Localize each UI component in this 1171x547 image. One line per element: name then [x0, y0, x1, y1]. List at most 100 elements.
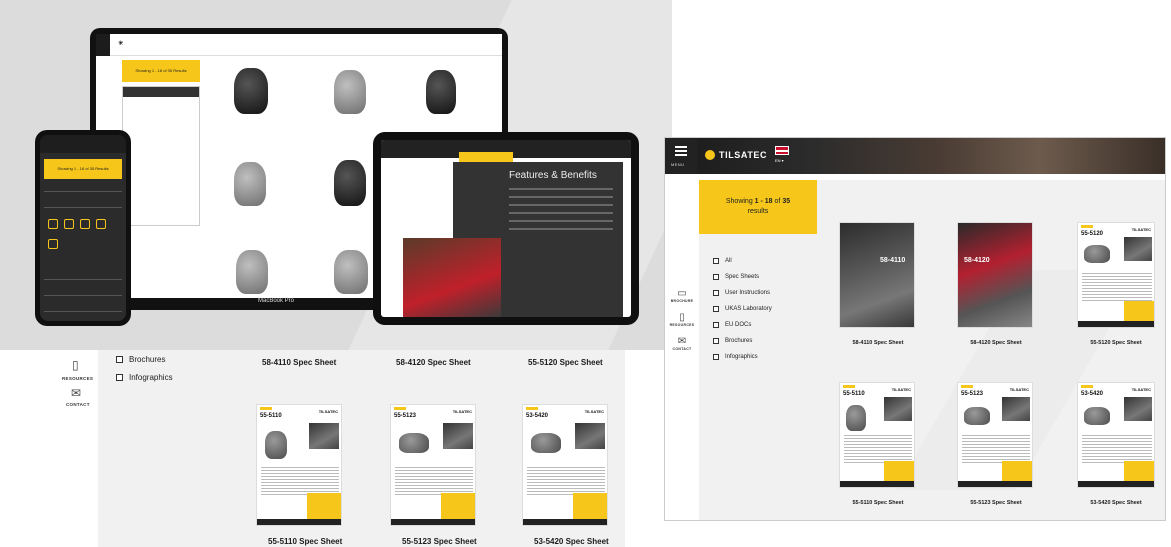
- sidebar-contact-label[interactable]: CONTACT: [66, 402, 90, 407]
- feature-line: [509, 228, 613, 230]
- phone-mockup: Showing 1 - 18 of 35 Results: [35, 130, 131, 326]
- filter-infographics[interactable]: Infographics: [713, 354, 758, 360]
- usage-photo: [884, 397, 912, 421]
- laptop-results-banner: Showing 1 - 18 of 35 Results: [122, 60, 200, 82]
- laptop-logo: ☀: [118, 41, 124, 47]
- phone-divider: [44, 311, 122, 312]
- usage-photo: [443, 423, 473, 449]
- filter-eu-docs[interactable]: EU DOCs: [713, 322, 751, 328]
- checkbox[interactable]: [713, 354, 719, 360]
- tablet-screen: Features & Benefits: [381, 140, 631, 317]
- feature-line: [509, 188, 613, 190]
- sheet-caption[interactable]: 58-4110 Spec Sheet: [833, 340, 923, 346]
- spec-sheet-card[interactable]: 55-5123 TILSATEC: [390, 404, 476, 526]
- laptop-filters-header: [123, 87, 199, 97]
- checkbox[interactable]: [116, 356, 123, 363]
- laptop-filters-panel: [122, 86, 200, 226]
- spec-sheet-card[interactable]: 58-4120: [957, 222, 1033, 328]
- sheet-caption[interactable]: 55-5120 Spec Sheet: [528, 358, 603, 367]
- checkbox[interactable]: [713, 306, 719, 312]
- filter-brochures[interactable]: Brochures: [713, 338, 752, 344]
- resources-button[interactable]: ▯ RESOURCES: [669, 312, 695, 327]
- checkbox[interactable]: [713, 258, 719, 264]
- checkbox[interactable]: [713, 322, 719, 328]
- sheet-caption[interactable]: 55-5123 Spec Sheet: [951, 500, 1041, 506]
- checkbox[interactable]: [713, 290, 719, 296]
- sun-logo-icon: [705, 150, 715, 160]
- usage-photo: [575, 423, 605, 449]
- spec-sheet-card[interactable]: 53-5420 TILSATEC: [1077, 382, 1155, 488]
- sidebar-resources-label[interactable]: RESOURCES: [62, 376, 93, 381]
- glove-image: [1084, 407, 1110, 425]
- cut-level-icon: [48, 239, 58, 249]
- feature-line: [509, 212, 613, 214]
- sheet-caption[interactable]: 53-5420 Spec Sheet: [534, 537, 609, 546]
- feature-line: [509, 220, 613, 222]
- site-logo[interactable]: TILSATEC: [705, 150, 767, 160]
- spec-sheet-card[interactable]: 55-5120 TILSATEC: [1077, 222, 1155, 328]
- usage-photo: [1124, 237, 1152, 261]
- results-count-banner: Showing 1 - 18 of 35 results: [699, 180, 817, 234]
- feature-line: [509, 196, 613, 198]
- checkbox[interactable]: [713, 338, 719, 344]
- sheet-caption[interactable]: 55-5123 Spec Sheet: [402, 537, 477, 546]
- sheet-caption[interactable]: 58-4110 Spec Sheet: [262, 358, 336, 367]
- glove-image: [1084, 245, 1110, 263]
- phone-icon[interactable]: ▯: [72, 358, 79, 372]
- spec-sheet-card[interactable]: 55-5110 TILSATEC: [256, 404, 342, 526]
- tablet-feature-title: Features & Benefits: [509, 170, 597, 181]
- menu-button[interactable]: MENU: [665, 138, 697, 174]
- cut-level-icon: [80, 219, 90, 229]
- device-mockup-scene: ☀ Showing 1 - 18 of 35 Results MacBook P…: [0, 0, 672, 350]
- language-selector[interactable]: EN ▾: [775, 158, 784, 163]
- filter-spec-sheets[interactable]: Spec Sheets: [713, 274, 759, 280]
- phone-divider: [44, 279, 122, 280]
- glove-image: [399, 433, 429, 453]
- phone-header: [40, 135, 126, 153]
- laptop-brand-label: MacBook Pro: [258, 298, 295, 304]
- feature-line: [509, 204, 613, 206]
- filter-all[interactable]: All: [713, 258, 732, 264]
- brochure-button[interactable]: ▭ BROCHURE: [669, 288, 695, 303]
- spec-sheet-card[interactable]: 55-5123 TILSATEC: [957, 382, 1033, 488]
- mail-icon: ✉: [677, 336, 687, 347]
- filter-user-instructions[interactable]: User Instructions: [713, 290, 770, 296]
- cut-level-icon: [96, 219, 106, 229]
- spec-sheet-card[interactable]: 53-5420 TILSATEC: [522, 404, 608, 526]
- uk-flag-icon[interactable]: [775, 146, 789, 155]
- usage-photo: [1002, 397, 1030, 421]
- glove-image: [234, 68, 268, 114]
- sheet-caption[interactable]: 55-5110 Spec Sheet: [268, 537, 342, 546]
- glove-image: [334, 250, 368, 294]
- phone-icon: ▯: [679, 312, 685, 323]
- laptop-menu-icon: [96, 34, 110, 56]
- glove-image: [334, 70, 366, 114]
- resources-page-screenshot: MENU TILSATEC EN ▾ Showing 1 - 18 of 35 …: [664, 137, 1166, 521]
- usage-photo: [309, 423, 339, 449]
- sheet-caption[interactable]: 55-5110 Spec Sheet: [833, 500, 923, 506]
- filter-brochures[interactable]: Brochures: [116, 355, 165, 364]
- filter-ukas-laboratory[interactable]: UKAS Laboratory: [713, 306, 772, 312]
- cut-level-icon: [48, 219, 58, 229]
- hamburger-icon[interactable]: [675, 146, 687, 156]
- glove-image: [426, 70, 456, 114]
- lower-page-crop: ▯ RESOURCES ✉ CONTACT Brochures Infograp…: [0, 350, 672, 547]
- sheet-caption[interactable]: 55-5120 Spec Sheet: [1071, 340, 1161, 346]
- tablet-model-photo: [403, 238, 501, 317]
- sheet-caption[interactable]: 58-4120 Spec Sheet: [951, 340, 1041, 346]
- menu-label: MENU: [671, 162, 685, 167]
- spec-sheet-card[interactable]: 58-4110: [839, 222, 915, 328]
- checkbox[interactable]: [713, 274, 719, 280]
- checkbox[interactable]: [116, 374, 123, 381]
- phone-screen: Showing 1 - 18 of 35 Results: [40, 135, 126, 321]
- sheet-caption[interactable]: 53-5420 Spec Sheet: [1071, 500, 1161, 506]
- phone-divider: [44, 295, 122, 296]
- usage-photo: [1124, 397, 1152, 421]
- filter-infographics[interactable]: Infographics: [116, 373, 173, 382]
- spec-sheet-card[interactable]: 55-5110 TILSATEC: [839, 382, 915, 488]
- mail-icon[interactable]: ✉: [71, 386, 81, 400]
- sheet-caption[interactable]: 58-4120 Spec Sheet: [396, 358, 471, 367]
- contact-button[interactable]: ✉ CONTACT: [669, 336, 695, 351]
- glove-image: [964, 407, 990, 425]
- glove-image: [265, 431, 287, 459]
